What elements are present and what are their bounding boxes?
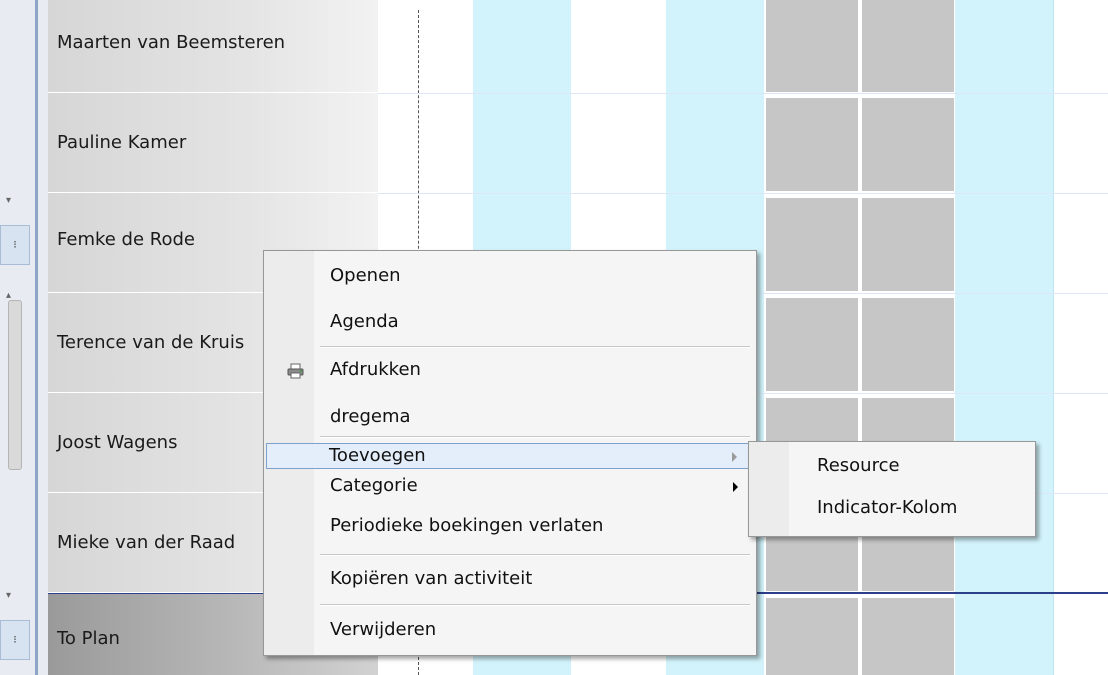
resource-name: Mieke van der Raad — [57, 532, 236, 553]
context-menu: Openen Agenda Afdrukken dregema Toevoege… — [263, 250, 757, 656]
submenu-arrow-icon — [733, 482, 738, 492]
menu-item-toevoegen[interactable]: Toevoegen — [266, 443, 752, 469]
scheduler-view: ⁝ ⁝ ▾ ▴ ▾ Maarten van Beemsteren Pauline… — [0, 0, 1108, 675]
unavailable-cell[interactable] — [862, 0, 954, 92]
unavailable-cell[interactable] — [766, 198, 858, 291]
resource-name: Femke de Rode — [57, 229, 195, 250]
resource-row[interactable]: Pauline Kamer — [48, 93, 378, 193]
menu-separator — [320, 604, 750, 606]
menu-item-label: Verwijderen — [330, 619, 437, 640]
resource-name: To Plan — [57, 628, 120, 649]
resource-name: Pauline Kamer — [57, 132, 187, 153]
unavailable-cell[interactable] — [862, 298, 954, 391]
menu-item-label: dregema — [330, 406, 411, 427]
menu-item-kopieren[interactable]: Kopiëren van activiteit — [266, 566, 752, 592]
menu-item-label: Resource — [817, 455, 900, 476]
menu-item-label: Kopiëren van activiteit — [330, 568, 533, 589]
menu-item-openen[interactable]: Openen — [266, 263, 752, 289]
scroll-up-button[interactable]: ⁝ — [0, 225, 30, 265]
menu-item-dregema[interactable]: dregema — [266, 404, 752, 430]
scroll-tick: ▾ — [6, 195, 12, 206]
unavailable-cell[interactable] — [862, 98, 954, 191]
menu-item-afdrukken[interactable]: Afdrukken — [266, 357, 752, 383]
printer-icon — [287, 363, 304, 379]
menu-separator — [320, 346, 750, 348]
menu-item-label: Toevoegen — [329, 445, 426, 466]
menu-item-agenda[interactable]: Agenda — [266, 309, 752, 335]
column-border — [1053, 0, 1054, 675]
menu-item-label: Afdrukken — [330, 359, 421, 380]
unavailable-cell[interactable] — [766, 98, 858, 191]
menu-item-verwijderen[interactable]: Verwijderen — [266, 617, 752, 643]
menu-item-label: Categorie — [330, 475, 418, 496]
toevoegen-submenu: Resource Indicator-Kolom — [748, 441, 1036, 537]
weekend-column — [955, 0, 1053, 675]
submenu-item-resource[interactable]: Resource — [751, 452, 1033, 482]
strip-divider — [35, 0, 38, 675]
row-divider — [378, 193, 1108, 194]
vertical-scrollbar-thumb[interactable] — [8, 300, 22, 470]
unavailable-cell[interactable] — [766, 298, 858, 391]
unavailable-cell[interactable] — [766, 598, 858, 675]
menu-item-label: Openen — [330, 265, 401, 286]
menu-separator — [320, 436, 750, 438]
menu-item-categorie[interactable]: Categorie — [266, 475, 752, 503]
scroll-tick: ▾ — [6, 590, 12, 601]
unavailable-cell[interactable] — [862, 198, 954, 291]
unavailable-cell[interactable] — [766, 0, 858, 92]
submenu-arrow-icon — [732, 452, 737, 462]
row-divider — [378, 93, 1108, 94]
submenu-item-indicator-kolom[interactable]: Indicator-Kolom — [751, 494, 1033, 524]
resource-name: Maarten van Beemsteren — [57, 32, 286, 53]
menu-separator — [320, 554, 750, 556]
resource-name: Joost Wagens — [57, 432, 178, 453]
resource-name: Terence van de Kruis — [57, 332, 245, 353]
scroll-down-button[interactable]: ⁝ — [0, 620, 30, 660]
scroll-tick: ▴ — [6, 290, 12, 301]
menu-item-label: Periodieke boekingen verlaten — [330, 515, 604, 536]
resource-row[interactable]: Maarten van Beemsteren — [48, 0, 378, 93]
menu-item-label: Indicator-Kolom — [817, 497, 958, 518]
menu-item-periodieke-boekingen[interactable]: Periodieke boekingen verlaten — [266, 513, 752, 539]
unavailable-cell[interactable] — [862, 598, 954, 675]
menu-item-label: Agenda — [330, 311, 399, 332]
